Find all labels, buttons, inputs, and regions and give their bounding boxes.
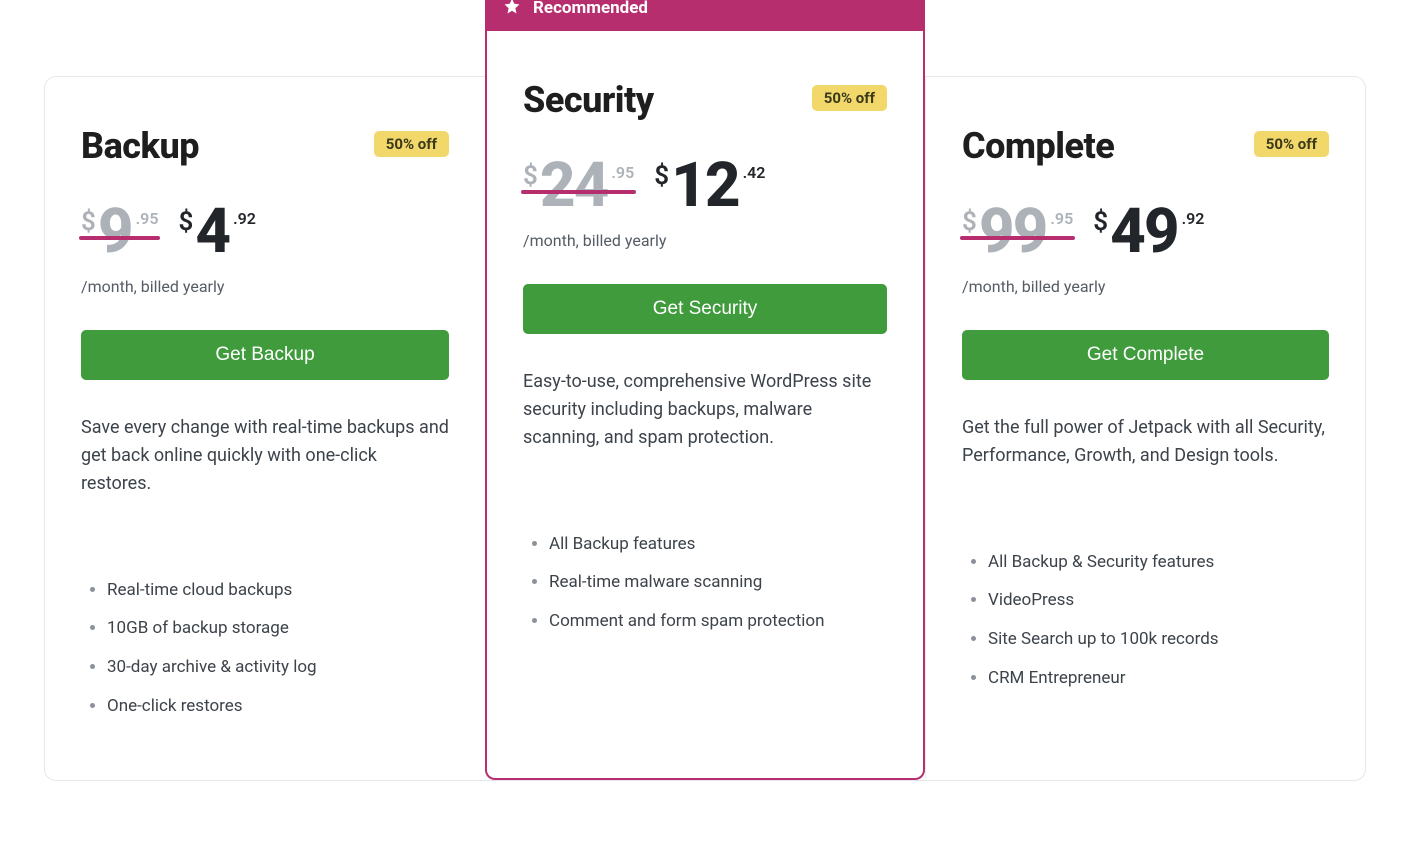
old-price: $ 9 .95 [81, 201, 158, 263]
discount-badge: 50% off [1254, 131, 1329, 157]
feature-list: Real-time cloud backups 10GB of backup s… [81, 578, 449, 719]
feature-item: 30-day archive & activity log [107, 655, 449, 680]
price-whole: 24 [540, 155, 608, 217]
price-whole: 9 [98, 201, 132, 263]
feature-item: Real-time cloud backups [107, 578, 449, 603]
strikethrough [79, 236, 160, 240]
plan-name: Backup [81, 125, 199, 167]
price-whole: 4 [195, 201, 229, 263]
price-whole: 49 [1110, 201, 1178, 263]
currency: $ [654, 161, 669, 191]
feature-item: All Backup features [549, 532, 887, 557]
currency: $ [178, 207, 193, 237]
price-whole: 99 [979, 201, 1047, 263]
discount-badge: 50% off [812, 85, 887, 111]
currency: $ [523, 161, 538, 191]
currency: $ [1093, 207, 1108, 237]
feature-item: All Backup & Security features [988, 550, 1329, 575]
feature-list: All Backup features Real-time malware sc… [523, 532, 887, 634]
price-cents: .95 [611, 163, 634, 182]
billing-note: /month, billed yearly [81, 277, 449, 296]
billing-note: /month, billed yearly [962, 277, 1329, 296]
price-cents: .95 [136, 209, 159, 228]
currency: $ [81, 207, 96, 237]
plan-description: Save every change with real-time backups… [81, 414, 449, 498]
price-cents: .95 [1050, 209, 1073, 228]
recommended-ribbon: Recommended [485, 0, 925, 31]
plan-card-security: Recommended Security 50% off $ 24 .95 $ … [485, 31, 925, 780]
price-cents: .92 [233, 209, 256, 228]
old-price: $ 24 .95 [523, 155, 634, 217]
card-header: Security 50% off [523, 79, 887, 121]
billing-note: /month, billed yearly [523, 231, 887, 250]
price-cents: .92 [1182, 209, 1205, 228]
pricing-table: Backup 50% off $ 9 .95 $ 4 .92 /month, b… [44, 76, 1366, 781]
feature-item: 10GB of backup storage [107, 616, 449, 641]
feature-item: CRM Entrepreneur [988, 666, 1329, 691]
get-complete-button[interactable]: Get Complete [962, 330, 1329, 380]
card-header: Backup 50% off [81, 125, 449, 167]
old-price: $ 99 .95 [962, 201, 1073, 263]
plan-card-backup: Backup 50% off $ 9 .95 $ 4 .92 /month, b… [45, 77, 485, 780]
card-header: Complete 50% off [962, 125, 1329, 167]
strikethrough [521, 190, 636, 194]
plan-name: Complete [962, 125, 1114, 167]
strikethrough [960, 236, 1075, 240]
price-row: $ 24 .95 $ 12 .42 [523, 155, 887, 217]
price-row: $ 99 .95 $ 49 .92 [962, 201, 1329, 263]
get-backup-button[interactable]: Get Backup [81, 330, 449, 380]
price-cents: .42 [743, 163, 766, 182]
plan-description: Get the full power of Jetpack with all S… [962, 414, 1329, 470]
new-price: $ 4 .92 [178, 201, 255, 263]
feature-item: One-click restores [107, 694, 449, 719]
currency: $ [962, 207, 977, 237]
feature-list: All Backup & Security features VideoPres… [962, 550, 1329, 691]
feature-item: Site Search up to 100k records [988, 627, 1329, 652]
plan-card-complete: Complete 50% off $ 99 .95 $ 49 .92 /mont… [925, 77, 1365, 780]
discount-badge: 50% off [374, 131, 449, 157]
new-price: $ 12 .42 [654, 155, 765, 217]
plan-name: Security [523, 79, 654, 121]
star-icon [503, 0, 521, 20]
price-row: $ 9 .95 $ 4 .92 [81, 201, 449, 263]
new-price: $ 49 .92 [1093, 201, 1204, 263]
feature-item: VideoPress [988, 588, 1329, 613]
feature-item: Comment and form spam protection [549, 609, 887, 634]
plan-description: Easy-to-use, comprehensive WordPress sit… [523, 368, 887, 452]
get-security-button[interactable]: Get Security [523, 284, 887, 334]
recommended-label: Recommended [533, 0, 648, 18]
feature-item: Real-time malware scanning [549, 570, 887, 595]
price-whole: 12 [671, 155, 739, 217]
